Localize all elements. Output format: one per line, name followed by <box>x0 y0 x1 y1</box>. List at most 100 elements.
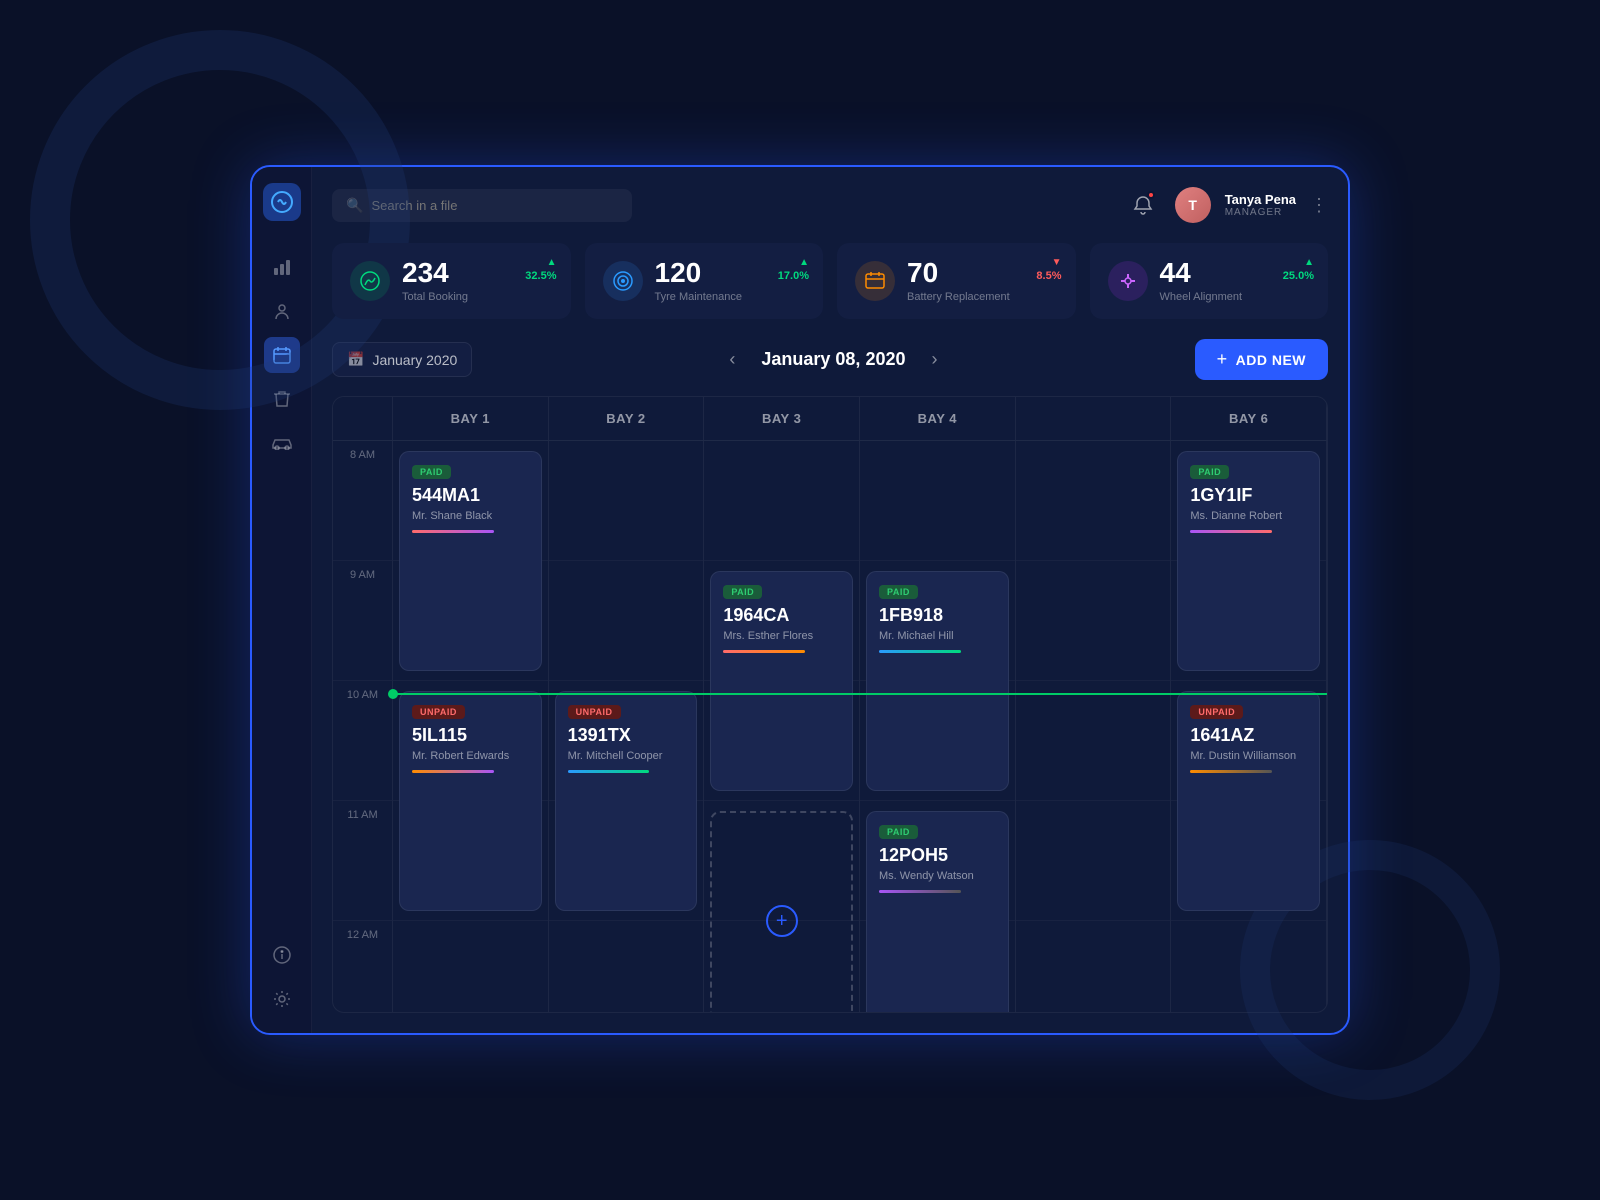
app-logo[interactable] <box>263 183 301 221</box>
stat-pct-wheel-alignment: 25.0% <box>1283 270 1314 282</box>
booking-card[interactable]: UNPAID 1391TX Mr. Mitchell Cooper <box>555 691 698 911</box>
stat-label-tyre-maintenance: Tyre Maintenance <box>655 291 806 303</box>
add-new-label: ADD NEW <box>1236 352 1306 368</box>
stat-pct-tyre-maintenance: 17.0% <box>778 270 809 282</box>
booking-bar <box>723 650 805 653</box>
status-badge: PAID <box>1190 465 1229 479</box>
status-badge: PAID <box>879 825 918 839</box>
search-input[interactable] <box>371 198 618 213</box>
stat-label-wheel-alignment: Wheel Alignment <box>1160 291 1311 303</box>
bay4-header: BAY 4 <box>860 397 1016 440</box>
search-bar[interactable]: 🔍 <box>332 189 632 222</box>
booking-card[interactable]: PAID 544MA1 Mr. Shane Black <box>399 451 542 671</box>
booking-id: 1391TX <box>568 725 685 746</box>
next-date-button[interactable]: › <box>923 345 945 374</box>
booking-bar <box>1190 770 1272 773</box>
stat-change-total-booking: ▲ 32.5% <box>525 257 556 282</box>
bay-column-1: PAID 544MA1 Mr. Shane Black UNPAID 5IL11… <box>393 441 549 1012</box>
booking-name: Mr. Robert Edwards <box>412 750 529 762</box>
stat-arrow-battery-replacement: ▼ <box>1052 257 1062 268</box>
booking-id: 1FB918 <box>879 605 996 626</box>
status-badge: UNPAID <box>1190 705 1243 719</box>
sidebar-item-users[interactable] <box>264 293 300 329</box>
schedule-body: 8 AM9 AM10 AM11 AM12 AM PAID 544MA1 Mr. … <box>333 441 1327 1012</box>
time-slot: 11 AM <box>333 801 393 921</box>
booking-bar <box>412 530 494 533</box>
bay-slot <box>549 561 704 681</box>
sidebar-item-settings[interactable] <box>264 981 300 1017</box>
month-selector[interactable]: 📅 January 2020 <box>332 342 472 377</box>
booking-name: Ms. Dianne Robert <box>1190 510 1307 522</box>
prev-date-button[interactable]: ‹ <box>721 345 743 374</box>
bay-slot <box>1016 801 1171 921</box>
add-booking-card[interactable]: + <box>710 811 853 1012</box>
stat-card-tyre-maintenance[interactable]: 120 Tyre Maintenance ▲ 17.0% <box>585 243 824 319</box>
schedule-container: BAY 1 BAY 2 BAY 3 BAY 4 BAY 6 8 AM9 AM10… <box>332 396 1328 1013</box>
bay-column-3: PAID 1964CA Mrs. Esther Flores + <box>704 441 860 1012</box>
notification-bell[interactable] <box>1125 187 1161 223</box>
bay-slot <box>860 441 1015 561</box>
add-new-button[interactable]: + ADD NEW <box>1195 339 1328 380</box>
main-content: 🔍 T Tanya Pena MANAGER <box>312 167 1348 1033</box>
booking-card[interactable]: UNPAID 5IL115 Mr. Robert Edwards <box>399 691 542 911</box>
bay-slot <box>1016 921 1171 1012</box>
booking-name: Mr. Shane Black <box>412 510 529 522</box>
sidebar-item-info[interactable] <box>264 937 300 973</box>
bay1-header: BAY 1 <box>393 397 549 440</box>
booking-id: 5IL115 <box>412 725 529 746</box>
booking-card[interactable]: PAID 1FB918 Mr. Michael Hill <box>866 571 1009 791</box>
stat-icon-tyre-maintenance <box>603 261 643 301</box>
sidebar-item-chart[interactable] <box>264 249 300 285</box>
stat-label-total-booking: Total Booking <box>402 291 553 303</box>
booking-card[interactable]: PAID 1GY1IF Ms. Dianne Robert <box>1177 451 1320 671</box>
bay-column-4: PAID 1FB918 Mr. Michael Hill PAID 12POH5… <box>860 441 1016 1012</box>
notification-dot <box>1147 191 1155 199</box>
bay-slot <box>393 921 548 1012</box>
stat-icon-battery-replacement <box>855 261 895 301</box>
calendar-toolbar: 📅 January 2020 ‹ January 08, 2020 › + AD… <box>332 339 1328 380</box>
bay-slot <box>549 441 704 561</box>
sidebar-item-vehicle[interactable] <box>264 425 300 461</box>
schedule-grid: 8 AM9 AM10 AM11 AM12 AM PAID 544MA1 Mr. … <box>333 441 1327 1012</box>
booking-name: Mr. Mitchell Cooper <box>568 750 685 762</box>
bay3-header: BAY 3 <box>704 397 860 440</box>
stat-change-wheel-alignment: ▲ 25.0% <box>1283 257 1314 282</box>
stat-info-battery-replacement: 70 Battery Replacement <box>907 259 1058 303</box>
booking-bar <box>568 770 650 773</box>
stat-card-battery-replacement[interactable]: 70 Battery Replacement ▼ 8.5% <box>837 243 1076 319</box>
sidebar <box>252 167 312 1033</box>
booking-card[interactable]: UNPAID 1641AZ Mr. Dustin Williamson <box>1177 691 1320 911</box>
calendar-small-icon: 📅 <box>347 351 364 368</box>
status-badge: PAID <box>723 585 762 599</box>
stat-pct-battery-replacement: 8.5% <box>1036 270 1061 282</box>
sidebar-item-calendar[interactable] <box>264 337 300 373</box>
search-icon: 🔍 <box>346 197 363 214</box>
bay-column-6: PAID 1GY1IF Ms. Dianne Robert UNPAID 164… <box>1171 441 1327 1012</box>
stat-arrow-tyre-maintenance: ▲ <box>799 257 809 268</box>
time-slot: 10 AM <box>333 681 393 801</box>
bay-slot <box>1171 921 1326 1012</box>
booking-card[interactable]: PAID 1964CA Mrs. Esther Flores <box>710 571 853 791</box>
user-info: Tanya Pena MANAGER <box>1225 192 1296 218</box>
bay-column-2: UNPAID 1391TX Mr. Mitchell Cooper <box>549 441 705 1012</box>
booking-id: 1641AZ <box>1190 725 1307 746</box>
stat-icon-wheel-alignment <box>1108 261 1148 301</box>
time-slot: 8 AM <box>333 441 393 561</box>
time-slot: 9 AM <box>333 561 393 681</box>
more-menu-icon[interactable]: ⋮ <box>1310 195 1328 216</box>
add-booking-circle[interactable]: + <box>766 905 798 937</box>
outer-background: 🔍 T Tanya Pena MANAGER <box>0 0 1600 1200</box>
stat-number-battery-replacement: 70 <box>907 259 1058 287</box>
stat-arrow-total-booking: ▲ <box>547 257 557 268</box>
time-slot: 12 AM <box>333 921 393 1012</box>
sidebar-item-delete[interactable] <box>264 381 300 417</box>
bay-slot <box>1016 561 1171 681</box>
stat-card-total-booking[interactable]: 234 Total Booking ▲ 32.5% <box>332 243 571 319</box>
bay-column-5 <box>1016 441 1172 1012</box>
bay2-header: BAY 2 <box>549 397 705 440</box>
month-label: January 2020 <box>372 352 457 368</box>
stat-card-wheel-alignment[interactable]: 44 Wheel Alignment ▲ 25.0% <box>1090 243 1329 319</box>
booking-card[interactable]: PAID 12POH5 Ms. Wendy Watson <box>866 811 1009 1012</box>
booking-name: Ms. Wendy Watson <box>879 870 996 882</box>
bay-slot <box>1016 441 1171 561</box>
